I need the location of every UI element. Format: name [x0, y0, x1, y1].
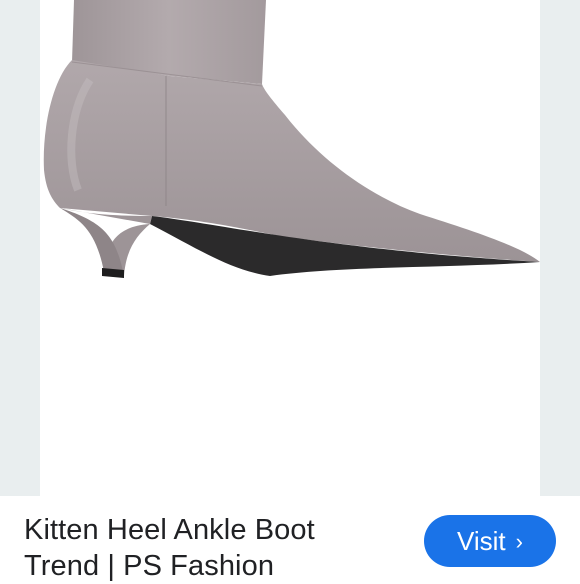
- result-title-line1: Kitten Heel Ankle Boot: [24, 514, 315, 546]
- result-caption-bar: Kitten Heel Ankle Boot Trend | PS Fashio…: [0, 496, 580, 582]
- boot-body: [43, 60, 540, 262]
- chevron-right-icon: ›: [515, 529, 523, 554]
- result-title[interactable]: Kitten Heel Ankle Boot Trend | PS Fashio…: [24, 512, 384, 584]
- visit-button[interactable]: Visit ›: [424, 515, 556, 567]
- visit-label: Visit: [457, 525, 506, 556]
- product-photo: [43, 0, 540, 278]
- product-image-panel[interactable]: [0, 0, 580, 496]
- result-title-line2: Trend | PS Fashion: [24, 550, 275, 582]
